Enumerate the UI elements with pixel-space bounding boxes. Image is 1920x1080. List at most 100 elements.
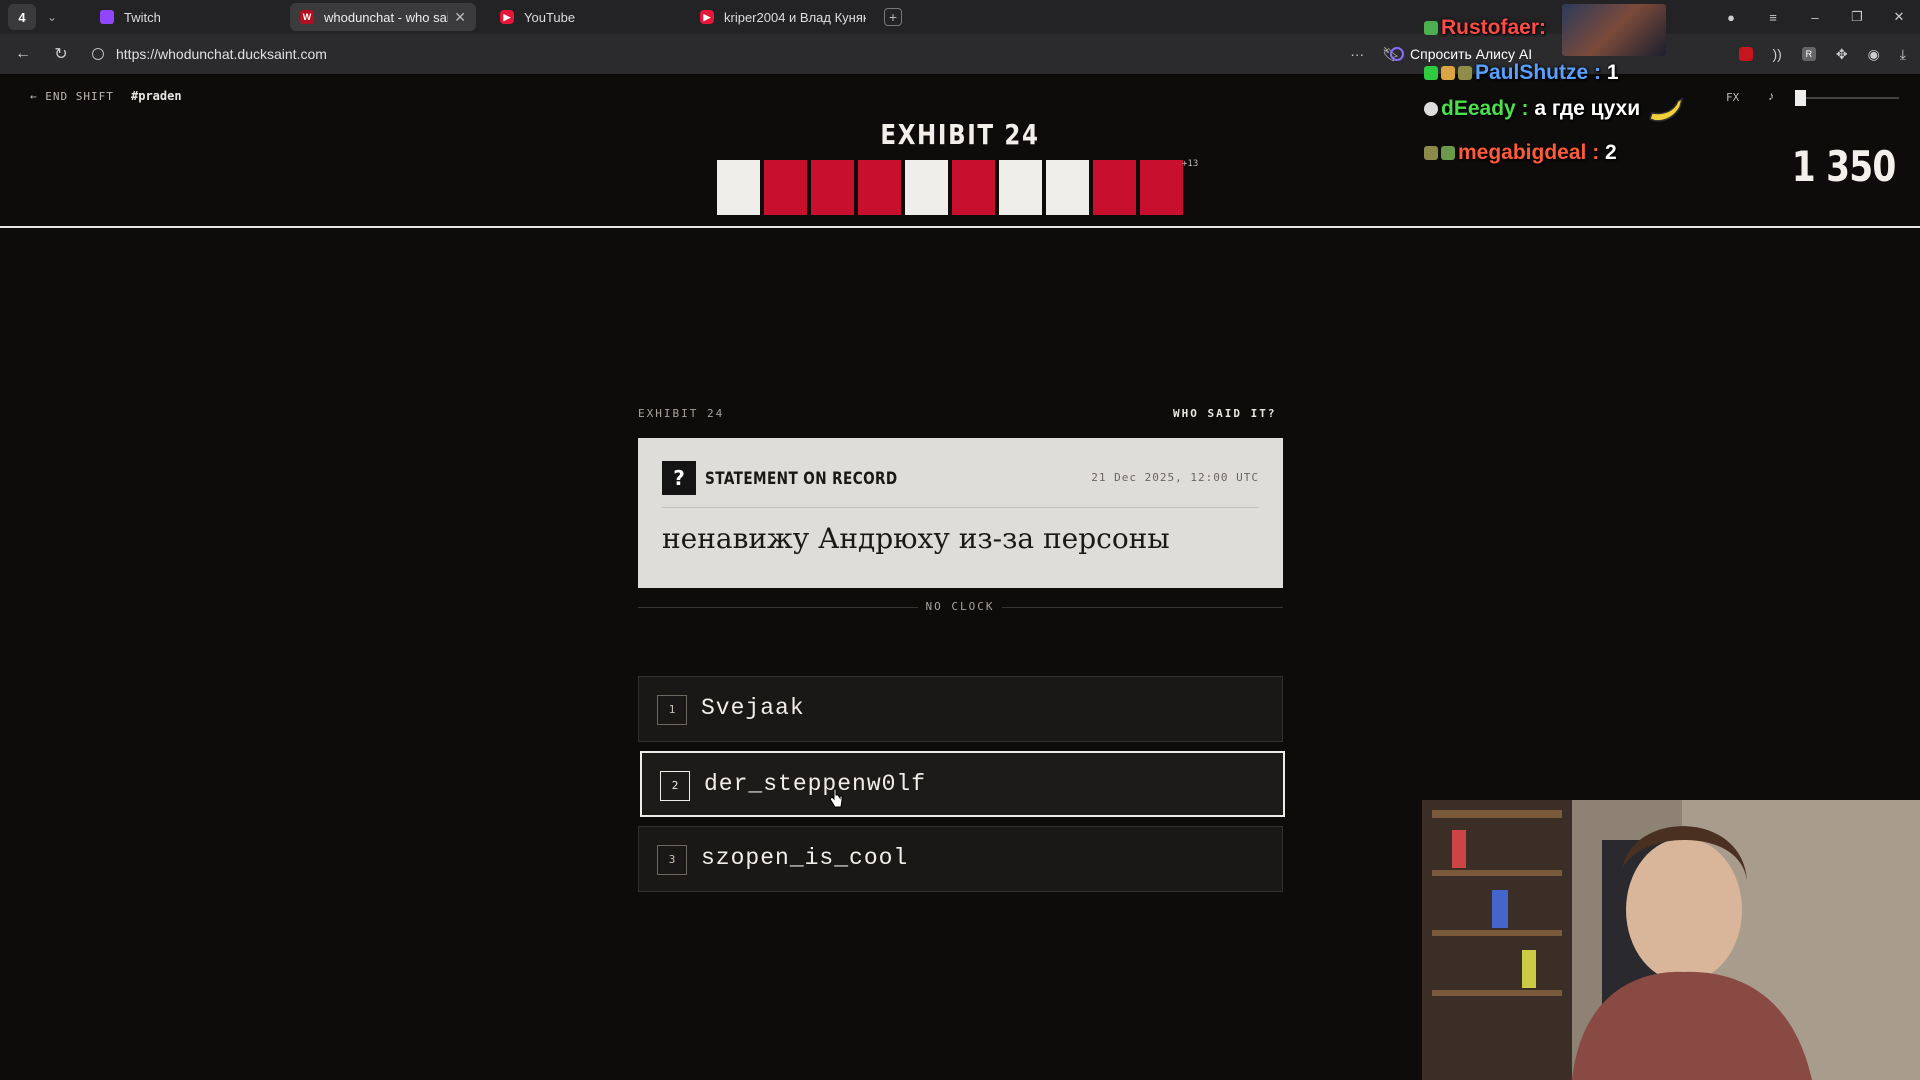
history-box-wrong bbox=[1140, 160, 1183, 215]
reader-icon[interactable]: R bbox=[1801, 47, 1816, 61]
tab-title: Twitch bbox=[124, 9, 161, 25]
music-icon[interactable]: ♪ bbox=[1768, 89, 1774, 103]
who-said-it-label: WHO SAID IT? bbox=[1173, 407, 1277, 420]
chat-badge-icon bbox=[1458, 66, 1472, 80]
profile-icon[interactable]: ● bbox=[1710, 10, 1752, 25]
youtube-icon: ▶ bbox=[700, 10, 714, 24]
history-box-wrong bbox=[1093, 160, 1136, 215]
score: 1 350 bbox=[1792, 142, 1897, 191]
history-box-wrong bbox=[811, 160, 854, 215]
chat-user: dEeady bbox=[1441, 97, 1516, 120]
option-name: Svejaak bbox=[701, 695, 805, 721]
tab-twitch[interactable]: Twitch bbox=[90, 3, 276, 31]
reload-icon[interactable]: ↻ bbox=[46, 44, 76, 64]
answer-option-1[interactable]: 1 Svejaak bbox=[638, 676, 1283, 742]
end-shift-button[interactable]: ← END SHIFT bbox=[30, 90, 114, 103]
chat-separator: : bbox=[1588, 61, 1602, 84]
statement-heading: STATEMENT ON RECORD bbox=[705, 469, 898, 489]
tabs-menu-icon[interactable]: ≡ bbox=[1752, 10, 1794, 25]
history-box-correct bbox=[717, 160, 760, 215]
chat-text: 1 bbox=[1606, 61, 1619, 84]
download-icon[interactable]: ⤓ bbox=[1900, 46, 1906, 63]
extensions-icon[interactable]: ✥ bbox=[1836, 46, 1848, 63]
restore-icon[interactable]: ❐ bbox=[1836, 9, 1878, 25]
option-name: szopen_is_cool bbox=[701, 845, 909, 871]
header-divider bbox=[0, 226, 1920, 228]
browser-menu-button[interactable]: 4 bbox=[8, 4, 36, 30]
clock-label: NO CLOCK bbox=[917, 600, 1003, 613]
chat-text: 2 bbox=[1605, 141, 1617, 164]
site-info-icon[interactable] bbox=[92, 48, 104, 60]
banana-emote-icon bbox=[1649, 97, 1684, 122]
tab-youtube[interactable]: ▶ YouTube bbox=[490, 3, 676, 31]
emote-image bbox=[1562, 4, 1666, 56]
extensions-bar: )) R ✥ ◉ ⤓ bbox=[1738, 46, 1906, 63]
tab-title: kriper2004 и Влад Куняк bbox=[724, 9, 866, 25]
url-field[interactable]: https://whodunchat.ducksaint.com bbox=[92, 46, 327, 62]
chat-text: а где цухи bbox=[1534, 97, 1641, 120]
back-arrow-icon[interactable]: ← bbox=[8, 45, 38, 63]
option-name: der_steppenw0lf bbox=[704, 771, 927, 797]
chat-separator: : bbox=[1515, 97, 1529, 120]
alice-icon bbox=[1390, 47, 1404, 61]
history-box-wrong bbox=[858, 160, 901, 215]
chat-badge-icon bbox=[1441, 66, 1455, 80]
minimize-icon[interactable]: – bbox=[1794, 10, 1836, 25]
fx-toggle[interactable]: FX bbox=[1726, 91, 1739, 104]
history-box-correct bbox=[999, 160, 1042, 215]
chat-separator: : bbox=[1539, 16, 1547, 39]
url-text: https://whodunchat.ducksaint.com bbox=[116, 46, 327, 62]
option-number: 2 bbox=[660, 771, 690, 801]
chat-message: dEeady : а где цухи bbox=[1424, 97, 1640, 121]
youtube-icon: ▶ bbox=[500, 10, 514, 24]
more-icon[interactable]: ··· bbox=[1350, 46, 1364, 62]
close-tab-icon[interactable]: ✕ bbox=[454, 9, 466, 26]
chat-badge-icon bbox=[1441, 146, 1455, 160]
media-icon[interactable]: ◉ bbox=[1868, 46, 1880, 63]
tab-title: whodunchat - who said bbox=[324, 9, 449, 25]
chat-separator: : bbox=[1586, 141, 1600, 164]
alice-ai-button[interactable]: Спросить Алису AI bbox=[1390, 46, 1532, 62]
webcam-video bbox=[1422, 800, 1920, 1080]
tab-youtube-video[interactable]: ▶ kriper2004 и Влад Куняк bbox=[690, 3, 876, 31]
chat-badge-icon bbox=[1424, 102, 1438, 116]
new-tab-button[interactable]: + bbox=[884, 8, 902, 26]
question-icon: ? bbox=[662, 461, 696, 495]
option-number: 3 bbox=[657, 845, 687, 875]
statement-card: ? STATEMENT ON RECORD 21 Dec 2025, 12:00… bbox=[638, 438, 1283, 588]
chat-user: megabigdeal bbox=[1458, 141, 1587, 164]
volume-slider[interactable] bbox=[1795, 90, 1899, 106]
chat-badge-icon bbox=[1424, 146, 1438, 160]
window-controls: ● ≡ – ❐ ✕ bbox=[1710, 0, 1920, 34]
tab-list-chevron-icon[interactable]: ⌄ bbox=[40, 10, 64, 24]
history-box-correct bbox=[1046, 160, 1089, 215]
close-window-icon[interactable]: ✕ bbox=[1878, 9, 1920, 25]
option-number: 1 bbox=[657, 695, 687, 725]
hand-cursor-icon bbox=[829, 788, 843, 808]
answer-option-2[interactable]: 2 der_steppenw0lf bbox=[640, 751, 1285, 817]
whodunchat-icon: W bbox=[300, 10, 314, 24]
answer-option-3[interactable]: 3 szopen_is_cool bbox=[638, 826, 1283, 892]
history-box-correct bbox=[905, 160, 948, 215]
chat-message: megabigdeal : 2 bbox=[1424, 141, 1617, 165]
ublock-icon[interactable] bbox=[1738, 47, 1753, 61]
chat-user: PaulShutze bbox=[1475, 61, 1589, 84]
chat-message: Rustofaer: bbox=[1424, 16, 1546, 40]
clock-status: NO CLOCK bbox=[0, 600, 1920, 613]
history-more-count: +13 bbox=[1182, 159, 1199, 169]
history-box-wrong bbox=[952, 160, 995, 215]
chat-user: Rustofaer bbox=[1441, 16, 1540, 39]
statement-date: 21 Dec 2025, 12:00 UTC bbox=[1091, 471, 1259, 484]
card-exhibit-label: EXHIBIT 24 bbox=[638, 407, 725, 420]
chat-badge-icon bbox=[1424, 21, 1438, 35]
volume-slider-handle[interactable] bbox=[1795, 90, 1806, 106]
card-divider bbox=[662, 507, 1259, 508]
audio-icon[interactable]: )) bbox=[1773, 46, 1782, 62]
chat-badge-icon bbox=[1424, 66, 1438, 80]
streamer-webcam bbox=[1422, 800, 1920, 1080]
chat-message: PaulShutze : 1 bbox=[1424, 61, 1619, 85]
answer-history bbox=[717, 160, 1183, 215]
history-box-wrong bbox=[764, 160, 807, 215]
tab-whodunchat[interactable]: W whodunchat - who said ✕ bbox=[290, 3, 476, 31]
channel-name: #praden bbox=[131, 89, 182, 103]
